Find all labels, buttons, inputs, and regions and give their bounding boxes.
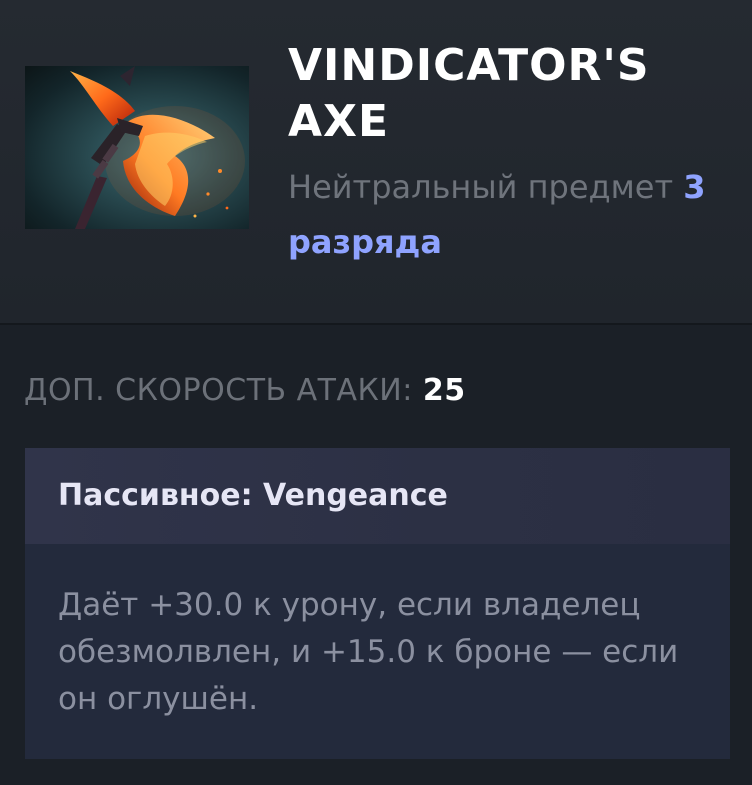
stat-label: ДОП. СКОРОСТЬ АТАКИ: <box>24 373 413 408</box>
item-type-label: Нейтральный предмет <box>288 168 674 206</box>
ability-title: Пассивное: Vengeance <box>58 478 448 513</box>
item-type: Нейтральный предмет 3 разряда <box>288 160 728 270</box>
stat-value: 25 <box>422 373 466 408</box>
ability-panel: Пассивное: Vengeance Даёт +30.0 к урону,… <box>25 448 730 759</box>
attack-speed-stat: ДОП. СКОРОСТЬ АТАКИ: 25 <box>24 368 466 414</box>
header-divider <box>0 323 752 325</box>
ability-description: Даёт +30.0 к урону, если владелец обезмо… <box>58 587 679 717</box>
ability-header: Пассивное: Vengeance <box>25 448 730 544</box>
item-name: VINDICATOR'S AXE <box>288 40 650 147</box>
item-tooltip: VINDICATOR'S AXE Нейтральный предмет 3 р… <box>0 0 752 785</box>
vindicators-axe-icon <box>25 66 249 229</box>
item-header: VINDICATOR'S AXE Нейтральный предмет 3 р… <box>0 0 752 323</box>
axe-icon-art <box>70 66 245 229</box>
